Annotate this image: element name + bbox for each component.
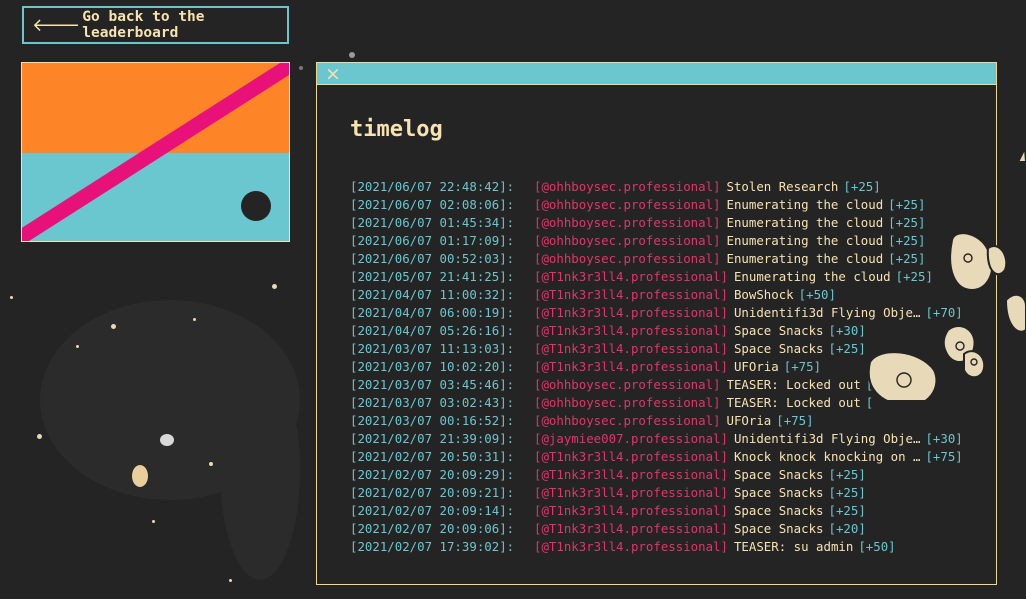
challenge-name: TEASER: su admin	[733, 539, 854, 554]
timestamp: [2021/04/07 06:00:19]:	[350, 305, 515, 320]
timestamp: [2021/04/07 11:00:32]:	[350, 287, 515, 302]
username[interactable]: [@jaymiee007.professional]	[534, 430, 728, 448]
username[interactable]: [@T1nk3r3ll4.professional]	[534, 286, 728, 304]
timelog-row: [2021/02/07 20:09:29]: [@T1nk3r3ll4.profe…	[350, 466, 986, 484]
username[interactable]: [@T1nk3r3ll4.professional]	[534, 340, 728, 358]
back-button-label: Go back to the leaderboard	[82, 9, 205, 41]
username[interactable]: [@ohhboysec.professional]	[534, 250, 721, 268]
username[interactable]: [@ohhboysec.professional]	[534, 394, 721, 412]
timestamp: [2021/02/07 20:09:29]:	[350, 467, 515, 482]
username[interactable]: [@T1nk3r3ll4.professional]	[534, 466, 728, 484]
challenge-name: Space Snacks	[733, 485, 824, 500]
timestamp: [2021/03/07 03:02:43]:	[350, 395, 515, 410]
timelog-row: [2021/03/07 00:16:52]: [@ohhboysec.profes…	[350, 412, 986, 430]
challenge-name: TEASER: Locked out	[726, 377, 861, 392]
timestamp: [2021/02/07 20:09:21]:	[350, 485, 515, 500]
challenge-name: UFOria	[733, 359, 779, 374]
points-badge: [+50]	[798, 287, 836, 302]
username[interactable]: [@T1nk3r3ll4.professional]	[534, 502, 728, 520]
timestamp: [2021/02/07 17:39:02]:	[350, 539, 515, 554]
back-to-leaderboard-button[interactable]: 🡐 Go back to the leaderboard	[22, 6, 289, 44]
timestamp: [2021/06/07 01:17:09]:	[350, 233, 515, 248]
challenge-name: Stolen Research	[726, 179, 839, 194]
username[interactable]: [@ohhboysec.professional]	[534, 232, 721, 250]
timestamp: [2021/03/07 10:02:20]:	[350, 359, 515, 374]
points-badge: [+25]	[828, 503, 866, 518]
timelog-row: [2021/02/07 20:50:31]: [@T1nk3r3ll4.profe…	[350, 448, 986, 466]
timestamp: [2021/03/07 11:13:03]:	[350, 341, 515, 356]
username[interactable]: [@T1nk3r3ll4.professional]	[534, 358, 728, 376]
timestamp: [2021/03/07 00:16:52]:	[350, 413, 515, 428]
timestamp: [2021/06/07 22:48:42]:	[350, 179, 515, 194]
username[interactable]: [@T1nk3r3ll4.professional]	[534, 484, 728, 502]
timestamp: [2021/06/07 02:08:06]:	[350, 197, 515, 212]
points-badge: [+30]	[925, 431, 963, 446]
points-badge: [+75]	[776, 413, 814, 428]
username[interactable]: [@T1nk3r3ll4.professional]	[534, 538, 728, 556]
challenge-name: Space Snacks	[733, 467, 824, 482]
points-badge: [+20]	[828, 521, 866, 536]
asteroid-decoration	[867, 144, 1026, 400]
challenge-thumbnail	[21, 62, 290, 242]
challenge-name: Space Snacks	[733, 521, 824, 536]
window-titlebar: ×	[317, 63, 996, 85]
username[interactable]: [@ohhboysec.professional]	[534, 178, 721, 196]
username[interactable]: [@T1nk3r3ll4.professional]	[534, 448, 728, 466]
timelog-row: [2021/02/07 20:09:21]: [@T1nk3r3ll4.profe…	[350, 484, 986, 502]
challenge-name: UFOria	[726, 413, 772, 428]
timelog-row: [2021/02/07 20:09:14]: [@T1nk3r3ll4.profe…	[350, 502, 986, 520]
username[interactable]: [@ohhboysec.professional]	[534, 412, 721, 430]
timelog-row: [2021/02/07 17:39:02]: [@T1nk3r3ll4.profe…	[350, 538, 986, 556]
points-badge: [+75]	[925, 449, 963, 464]
username[interactable]: [@ohhboysec.professional]	[534, 196, 721, 214]
timestamp: [2021/03/07 03:45:46]:	[350, 377, 515, 392]
challenge-name: Space Snacks	[733, 503, 824, 518]
username[interactable]: [@T1nk3r3ll4.professional]	[534, 322, 728, 340]
arrow-left-icon: 🡐	[32, 14, 81, 36]
username[interactable]: [@T1nk3r3ll4.professional]	[534, 304, 728, 322]
timestamp: [2021/06/07 01:45:34]:	[350, 215, 515, 230]
challenge-name: Space Snacks	[733, 323, 824, 338]
points-badge: [+25]	[828, 467, 866, 482]
challenge-name: Unidentifi3d Flying Obje…	[733, 431, 921, 446]
username[interactable]: [@T1nk3r3ll4.professional]	[534, 268, 728, 286]
challenge-name: BowShock	[733, 287, 794, 302]
window-title: timelog	[350, 117, 443, 142]
challenge-name: TEASER: Locked out	[726, 395, 861, 410]
timelog-row: [2021/02/07 20:09:06]: [@T1nk3r3ll4.profe…	[350, 520, 986, 538]
username[interactable]: [@ohhboysec.professional]	[534, 214, 721, 232]
timestamp: [2021/02/07 20:09:14]:	[350, 503, 515, 518]
username[interactable]: [@ohhboysec.professional]	[534, 376, 721, 394]
timelog-row: [2021/02/07 21:39:09]: [@jaymiee007.profe…	[350, 430, 986, 448]
timestamp: [2021/05/07 21:41:25]:	[350, 269, 515, 284]
timestamp: [2021/02/07 20:09:06]:	[350, 521, 515, 536]
close-icon[interactable]: ×	[325, 64, 341, 84]
challenge-name: Space Snacks	[733, 341, 824, 356]
challenge-name: Knock knock knocking on …	[733, 449, 921, 464]
timestamp: [2021/02/07 20:50:31]:	[350, 449, 515, 464]
points-badge: [+50]	[858, 539, 896, 554]
timestamp: [2021/06/07 00:52:03]:	[350, 251, 515, 266]
timestamp: [2021/02/07 21:39:09]:	[350, 431, 515, 446]
points-badge: [+75]	[783, 359, 822, 374]
username[interactable]: [@T1nk3r3ll4.professional]	[534, 520, 728, 538]
points-badge: [+25]	[828, 485, 866, 500]
timestamp: [2021/04/07 05:26:16]:	[350, 323, 515, 338]
